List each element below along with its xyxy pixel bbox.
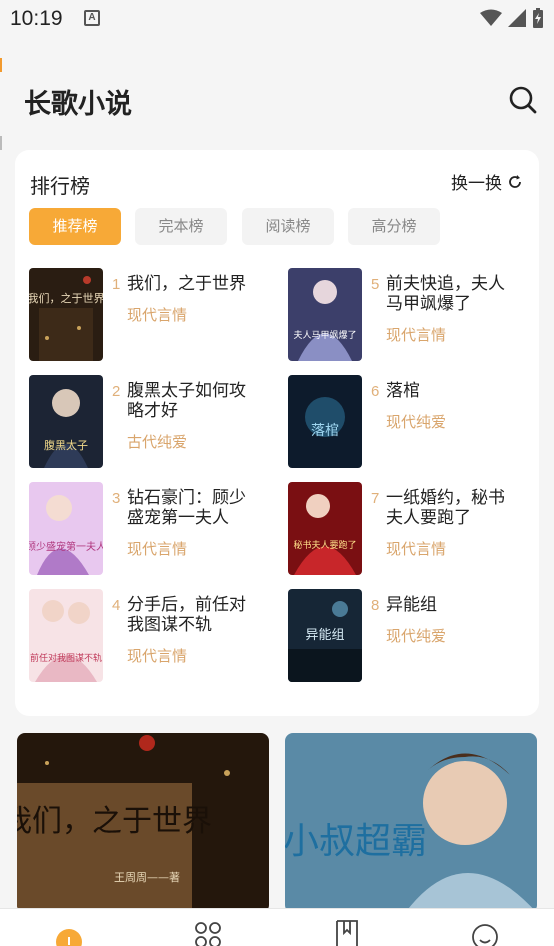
refresh-icon <box>509 174 521 188</box>
rank-number: 6 <box>371 383 380 400</box>
book-cover: 秘书夫人要跑了 <box>288 482 362 575</box>
banner-author: 王周周——著 <box>114 870 180 884</box>
bottom-nav <box>0 908 554 946</box>
cover-title: 腹黑太子 <box>44 438 88 452</box>
book-title: 钻石豪门：顾少盛宠第一夫人 <box>127 488 246 527</box>
search-button[interactable] <box>507 84 539 116</box>
book-item[interactable]: 秘书夫人要跑了 7 一纸婚约，秘书夫人要跑了 现代言情 <box>288 482 528 577</box>
home-icon <box>56 929 82 946</box>
book-category: 古代纯爱 <box>127 434 188 451</box>
app-title: 长歌小说 <box>24 89 132 119</box>
book-item[interactable]: 异能组 8 异能组 现代纯爱 <box>288 589 528 684</box>
book-category: 现代言情 <box>127 541 188 558</box>
nav-bookshelf[interactable] <box>332 917 362 946</box>
book-title: 我们，之于世界 <box>127 274 246 293</box>
search-icon <box>509 86 537 114</box>
book-title: 前夫快追，夫人马甲飒爆了 <box>386 274 505 313</box>
book-title: 腹黑太子如何攻略才好 <box>127 381 246 420</box>
signal-icon <box>508 9 526 27</box>
book-item[interactable]: 落棺 6 落棺 现代纯爱 <box>288 375 528 470</box>
book-item[interactable]: 夫人马甲飒爆了 5 前夫快追，夫人马甲飒爆了 现代言情 <box>288 268 528 363</box>
book-cover: 前任对我图谋不轨 <box>29 589 103 682</box>
refresh-button[interactable]: 换一换 <box>451 169 523 194</box>
cover-title: 落棺 <box>311 423 339 439</box>
book-item[interactable]: 顾少盛宠第一夫人 3 钻石豪门：顾少盛宠第一夫人 现代言情 <box>29 482 269 577</box>
book-cover: 异能组 <box>288 589 362 682</box>
tab-reading[interactable]: 阅读榜 <box>242 208 334 245</box>
book-cover: 腹黑太子 <box>29 375 103 468</box>
book-title: 异能组 <box>386 595 437 614</box>
status-time: 10:19 <box>10 7 63 30</box>
ranking-title: 排行榜 <box>30 176 90 198</box>
book-item[interactable]: 我们，之于世界 1 我们，之于世界 现代言情 <box>29 268 269 363</box>
book-cover: 落棺 <box>288 375 362 468</box>
rank-number: 3 <box>112 490 121 507</box>
book-cover: 顾少盛宠第一夫人 <box>29 482 103 575</box>
rank-number: 5 <box>371 276 380 293</box>
edge-marker <box>0 136 2 150</box>
book-cover: 我们，之于世界 <box>29 268 103 361</box>
book-item[interactable]: 腹黑太子 2 腹黑太子如何攻略才好 古代纯爱 <box>29 375 269 470</box>
wifi-icon <box>480 9 502 26</box>
banner-title: 我们，之于世界 <box>17 804 212 839</box>
ranking-card: 排行榜 换一换 推荐榜 完本榜 阅读榜 高分榜 我们，之于世界 1 我们，之于世… <box>15 150 539 716</box>
book-item[interactable]: 前任对我图谋不轨 4 分手后，前任对我图谋不轨 现代言情 <box>29 589 269 684</box>
status-bar: 10:19 A <box>0 0 554 38</box>
book-cover: 夫人马甲飒爆了 <box>288 268 362 361</box>
banner-book[interactable]: 小叔超霸 <box>285 733 537 913</box>
cover-title: 夫人马甲飒爆了 <box>293 329 356 341</box>
grid-icon <box>195 922 221 946</box>
book-category: 现代言情 <box>386 541 447 558</box>
book-title: 分手后，前任对我图谋不轨 <box>127 595 246 634</box>
book-category: 现代纯爱 <box>386 414 447 431</box>
banner-title: 小叔超霸 <box>285 821 427 862</box>
tab-recommend[interactable]: 推荐榜 <box>29 208 121 245</box>
rank-number: 8 <box>371 597 380 614</box>
bookmark-icon <box>336 920 358 946</box>
book-category: 现代言情 <box>127 307 188 324</box>
cover-title: 我们，之于世界 <box>29 291 103 305</box>
rank-number: 1 <box>112 276 121 293</box>
nav-home[interactable] <box>54 917 84 946</box>
rank-number: 7 <box>371 490 380 507</box>
refresh-label: 换一换 <box>451 174 502 193</box>
cover-title: 顾少盛宠第一夫人 <box>29 540 103 553</box>
book-category: 现代言情 <box>127 648 188 665</box>
book-title: 落棺 <box>386 381 420 400</box>
cover-title: 秘书夫人要跑了 <box>293 539 356 551</box>
cover-title: 前任对我图谋不轨 <box>30 652 102 664</box>
cover-title: 异能组 <box>305 628 344 643</box>
nav-profile[interactable] <box>470 917 500 946</box>
tab-completed[interactable]: 完本榜 <box>135 208 227 245</box>
banner-book[interactable]: 我们，之于世界 王周周——著 <box>17 733 269 913</box>
book-title: 一纸婚约，秘书夫人要跑了 <box>386 488 505 527</box>
status-icons <box>480 8 544 28</box>
smile-icon <box>472 924 498 946</box>
rank-number: 2 <box>112 383 121 400</box>
rank-number: 4 <box>112 597 121 614</box>
nav-categories[interactable] <box>193 917 223 946</box>
book-category: 现代纯爱 <box>386 628 447 645</box>
tab-high-score[interactable]: 高分榜 <box>348 208 440 245</box>
book-category: 现代言情 <box>386 327 447 344</box>
edge-marker <box>0 58 2 72</box>
battery-icon <box>533 8 543 28</box>
notification-icon: A <box>84 10 100 26</box>
